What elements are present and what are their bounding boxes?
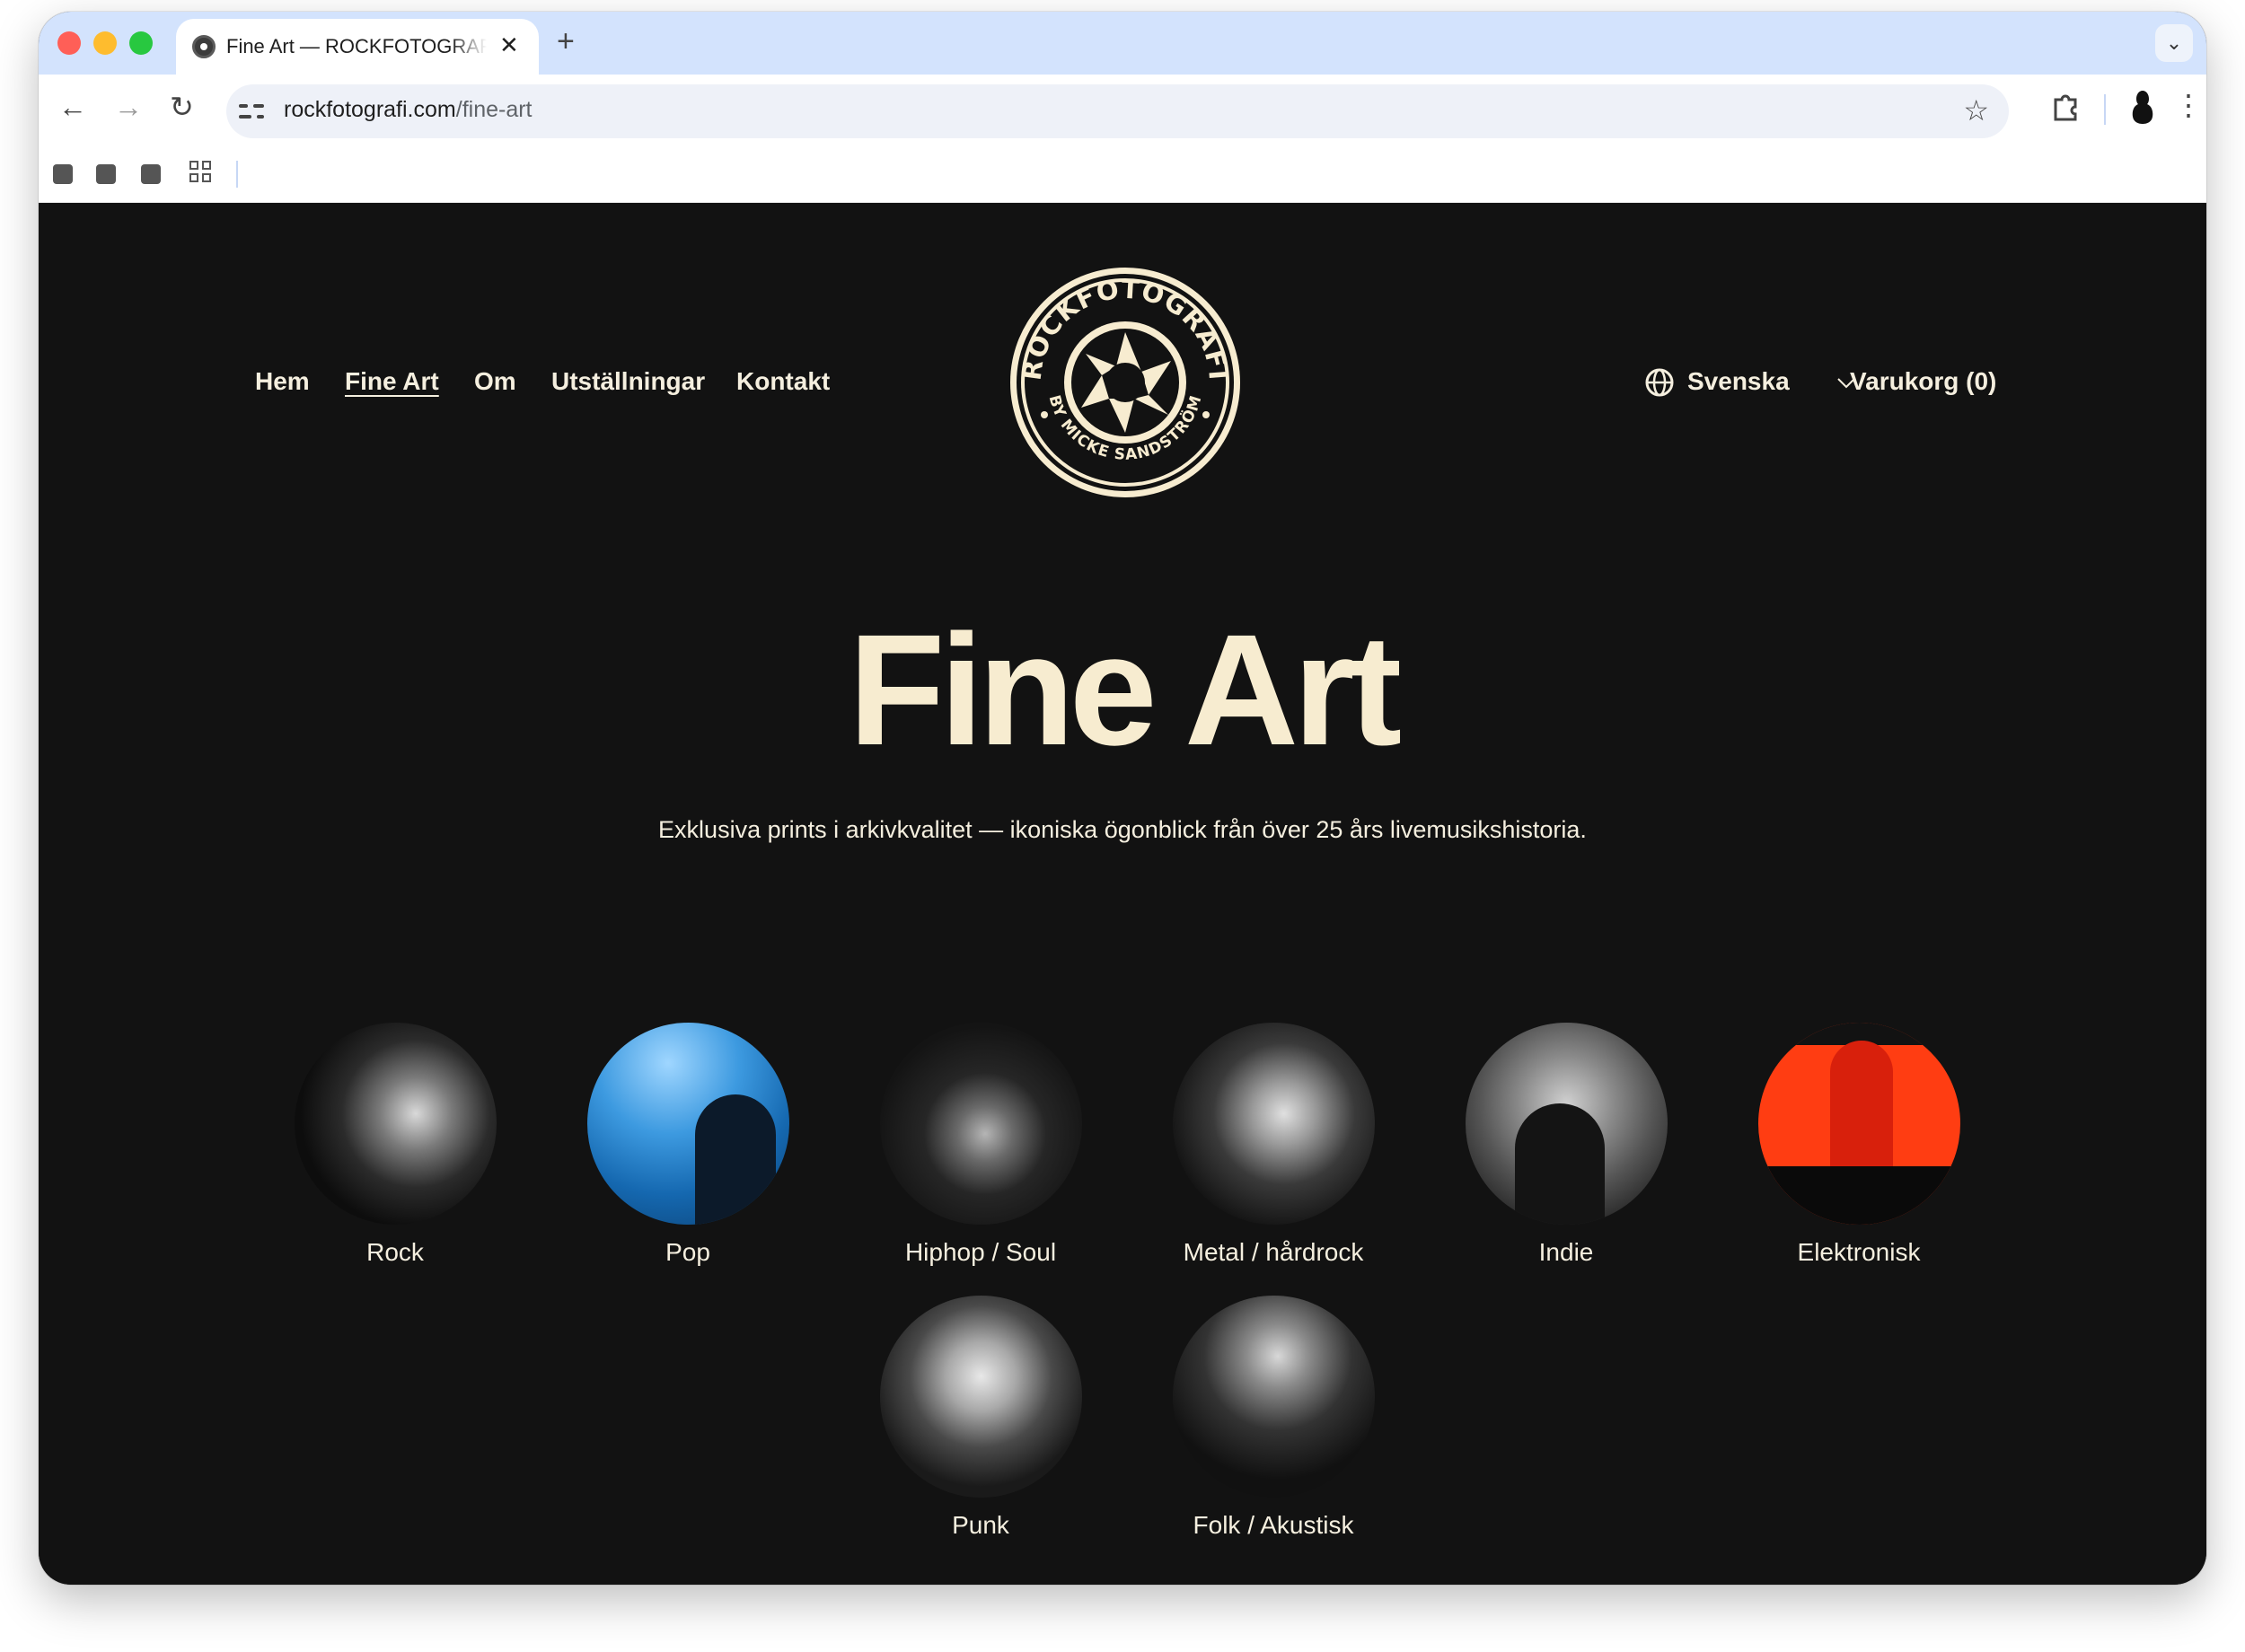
browser-toolbar: ← → ↻ rockfotografi.com/fine-art ☆ ⋮ bbox=[39, 75, 2206, 148]
bookmark-2-icon[interactable] bbox=[96, 164, 116, 184]
category-rock-photo bbox=[295, 1023, 497, 1225]
nav-link-om[interactable]: Om bbox=[474, 367, 516, 396]
bookmarks-divider bbox=[236, 161, 238, 188]
category-punk-photo bbox=[880, 1296, 1082, 1498]
language-label: Svenska bbox=[1687, 367, 1790, 395]
performer-silhouette bbox=[695, 1094, 776, 1225]
globe-icon bbox=[1645, 368, 1674, 397]
cart-link[interactable]: Varukorg (0) bbox=[1850, 367, 1996, 396]
nav-link-hem[interactable]: Hem bbox=[255, 367, 310, 396]
bookmark-star-icon[interactable]: ☆ bbox=[1963, 93, 1989, 127]
rockfotografi-logo[interactable]: ROCKFOTOGRAFI BY MICKE SANDSTRÖM bbox=[1007, 264, 1245, 502]
minimize-window-button[interactable] bbox=[93, 31, 117, 55]
stage-floor bbox=[1758, 1166, 1960, 1225]
nav-link-kontakt[interactable]: Kontakt bbox=[736, 367, 830, 396]
bookmark-3-icon[interactable] bbox=[141, 164, 161, 184]
web-page: Hem Fine Art Om Utställningar Kontakt RO… bbox=[39, 203, 2206, 1585]
more-menu-icon[interactable]: ⋮ bbox=[2174, 91, 2203, 119]
category-label: Elektronisk bbox=[1797, 1238, 1921, 1266]
toolbar-divider bbox=[2104, 94, 2106, 125]
apps-grid-icon[interactable] bbox=[189, 161, 215, 186]
extensions-puzzle-icon[interactable] bbox=[2050, 91, 2081, 126]
bookmark-1-icon[interactable] bbox=[53, 164, 73, 184]
category-label: Indie bbox=[1538, 1238, 1594, 1266]
url-text: rockfotografi.com/fine-art bbox=[284, 97, 533, 123]
active-tab[interactable]: Fine Art — ROCKFOTOGRAFI ✕ bbox=[176, 19, 539, 75]
category-indie-photo bbox=[1466, 1023, 1668, 1225]
new-tab-icon[interactable]: + bbox=[557, 26, 575, 57]
close-tab-icon[interactable]: ✕ bbox=[499, 33, 519, 57]
tab-search-chevron-icon[interactable]: ⌄ bbox=[2155, 24, 2193, 62]
category-label: Punk bbox=[952, 1511, 1009, 1539]
category-label: Rock bbox=[366, 1238, 424, 1266]
page-title: Fine Art bbox=[848, 602, 1402, 778]
url-domain: rockfotografi.com bbox=[284, 97, 456, 122]
category-label: Folk / Akustisk bbox=[1193, 1511, 1354, 1539]
profile-avatar-icon[interactable] bbox=[2129, 89, 2156, 129]
category-pop-photo bbox=[587, 1023, 789, 1225]
back-arrow-icon[interactable]: ← bbox=[58, 92, 87, 121]
performer-silhouette bbox=[1515, 1103, 1605, 1225]
bookmarks-bar bbox=[39, 148, 2206, 203]
page-subtitle: Exklusiva prints i arkivkvalitet — ikoni… bbox=[658, 816, 1587, 843]
site-favicon-icon bbox=[192, 35, 216, 58]
nav-link-fine-art[interactable]: Fine Art bbox=[345, 367, 439, 396]
category-label: Metal / hårdrock bbox=[1183, 1238, 1364, 1266]
category-metal-photo bbox=[1173, 1023, 1375, 1225]
forward-arrow-icon[interactable]: → bbox=[114, 92, 143, 121]
browser-window: Fine Art — ROCKFOTOGRAFI ✕ + ⌄ ← → ↻ roc… bbox=[39, 12, 2206, 1585]
maximize-window-button[interactable] bbox=[129, 31, 153, 55]
performer-figure bbox=[1830, 1041, 1893, 1175]
address-bar[interactable]: rockfotografi.com/fine-art ☆ bbox=[226, 84, 2009, 138]
url-path: /fine-art bbox=[455, 97, 533, 122]
close-window-button[interactable] bbox=[57, 31, 81, 55]
reload-icon[interactable]: ↻ bbox=[170, 92, 194, 121]
tab-title: Fine Art — ROCKFOTOGRAFI bbox=[226, 35, 487, 58]
category-label: Pop bbox=[665, 1238, 710, 1266]
category-elektronisk-photo bbox=[1758, 1023, 1960, 1225]
site-info-icon[interactable] bbox=[239, 99, 264, 124]
category-folk-akustisk-photo bbox=[1173, 1296, 1375, 1498]
category-label: Hiphop / Soul bbox=[904, 1238, 1057, 1266]
tab-strip: Fine Art — ROCKFOTOGRAFI ✕ + ⌄ bbox=[39, 12, 2206, 75]
nav-link-utstallningar[interactable]: Utställningar bbox=[551, 367, 705, 396]
category-hiphop-soul-photo bbox=[880, 1023, 1082, 1225]
